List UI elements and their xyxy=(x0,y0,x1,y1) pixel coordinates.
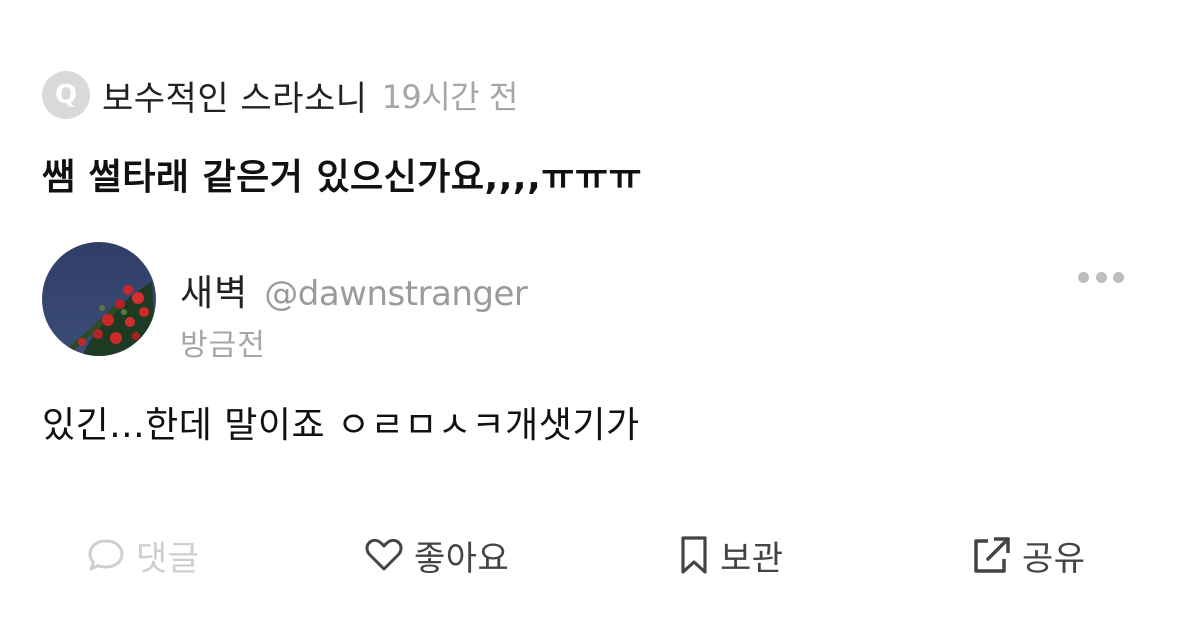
rose-photo-avatar-icon xyxy=(42,242,156,356)
answer-time: 방금전 xyxy=(180,328,266,363)
like-button[interactable]: 좋아요 xyxy=(364,530,509,580)
author-nickname[interactable]: 새벽 xyxy=(180,264,248,316)
share-button[interactable]: 공유 xyxy=(970,530,1086,580)
like-label: 좋아요 xyxy=(414,538,510,579)
question-badge-icon: Q xyxy=(42,71,90,119)
heart-icon xyxy=(365,538,403,571)
question-header: Q 보수적인 스라소니 19시간 전 xyxy=(42,70,518,120)
more-options-icon[interactable] xyxy=(1078,262,1124,292)
more-dot xyxy=(1095,271,1107,283)
author-handle[interactable]: @dawnstranger xyxy=(264,274,528,314)
save-label: 보관 xyxy=(720,538,784,579)
avatar[interactable] xyxy=(42,242,156,356)
save-button[interactable]: 보관 xyxy=(678,530,784,580)
share-label: 공유 xyxy=(1022,538,1086,579)
question-time: 19시간 전 xyxy=(381,78,519,116)
comment-button[interactable]: 댓글 xyxy=(86,530,200,580)
more-dot xyxy=(1113,271,1124,283)
external-share-icon xyxy=(974,537,1010,573)
question-text: 쌤 썰타래 같은거 있으신가요,,,,ㅠㅠㅠ xyxy=(42,157,643,198)
answer-text: 있긴...한데 말이죠 ㅇㄹㅁㅅㅋ개샛기가 xyxy=(42,405,640,446)
comment-label: 댓글 xyxy=(136,538,200,579)
answer-author: 새벽 @dawnstranger xyxy=(180,264,528,316)
comment-bubble-icon xyxy=(88,539,124,571)
question-author[interactable]: 보수적인 스라소니 xyxy=(102,71,368,120)
bookmark-icon xyxy=(681,536,707,574)
more-dot xyxy=(1078,271,1089,283)
